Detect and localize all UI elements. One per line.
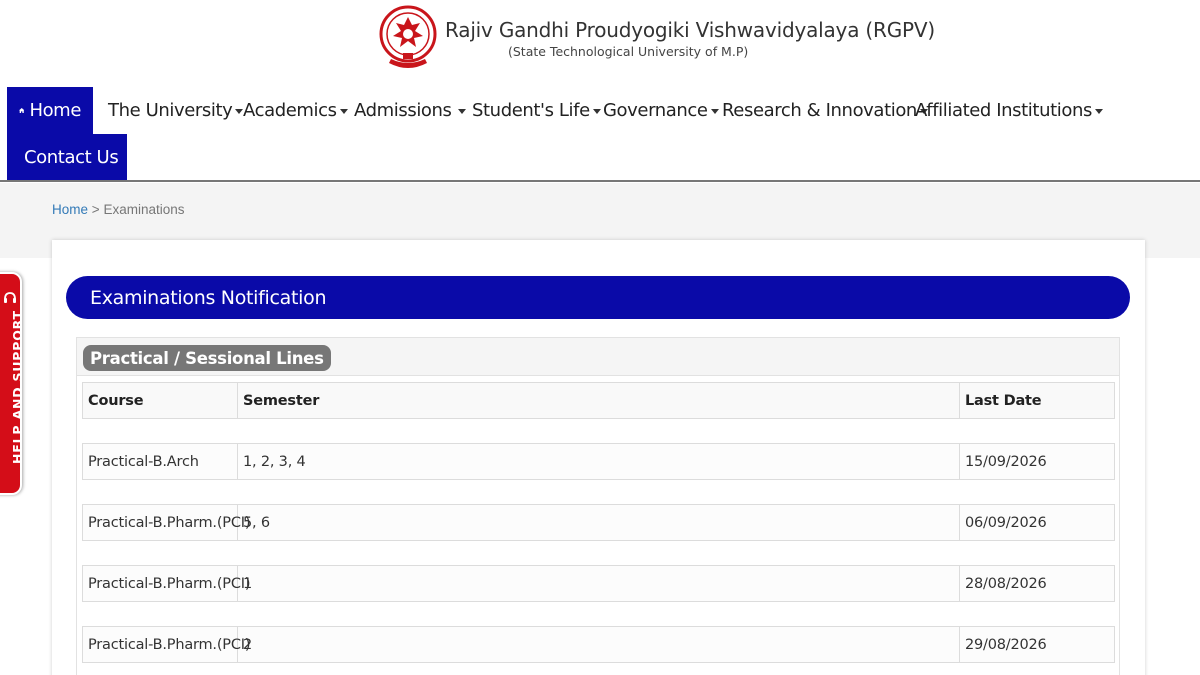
nav-item-academics[interactable]: Academics xyxy=(243,87,348,134)
table-row[interactable]: Practical-B.Arch 1, 2, 3, 4 15/09/2026 xyxy=(82,443,1115,480)
chevron-down-icon xyxy=(592,109,601,114)
nav-label-affiliated-institutions: Affiliated Institutions xyxy=(915,100,1092,121)
university-name: Rajiv Gandhi Proudyogiki Vishwavidyalaya… xyxy=(445,18,935,42)
breadcrumb: Home > Examinations xyxy=(52,202,184,217)
table-row[interactable]: Practical-B.Pharm.(PCI) 5, 6 06/09/2026 xyxy=(82,504,1115,541)
cell-semester: 2 xyxy=(238,627,960,662)
cell-course: Practical-B.Pharm.(PCI) xyxy=(83,505,251,540)
university-subtitle: (State Technological University of M.P) xyxy=(508,44,749,59)
site-header: Rajiv Gandhi Proudyogiki Vishwavidyalaya… xyxy=(0,0,1200,84)
nav-item-admissions[interactable]: Admissions xyxy=(354,87,466,134)
help-and-support-tab[interactable]: HELP AND SUPPORT xyxy=(0,272,25,495)
breadcrumb-separator: > xyxy=(91,202,100,217)
chevron-down-icon xyxy=(339,109,348,114)
cell-semester: 1 xyxy=(238,566,960,601)
table-header-row: Course Semester Last Date xyxy=(82,382,1115,419)
panel-heading: Practical / Sessional Lines xyxy=(77,338,1119,376)
home-icon xyxy=(19,107,25,114)
table-row[interactable]: Practical-B.Pharm.(PCI) 2 29/08/2026 xyxy=(82,626,1115,663)
table-row[interactable]: Practical-B.Pharm.(PCI) 1 28/08/2026 xyxy=(82,565,1115,602)
nav-label-contact-us: Contact Us xyxy=(24,146,119,168)
breadcrumb-home-link[interactable]: Home xyxy=(52,202,88,217)
panel-title-badge: Practical / Sessional Lines xyxy=(83,345,331,371)
section-title-bar: Examinations Notification xyxy=(66,276,1130,319)
rgpv-emblem-icon[interactable] xyxy=(379,3,437,77)
section-title: Examinations Notification xyxy=(90,286,327,309)
column-header-course: Course xyxy=(83,383,238,418)
help-and-support-label: HELP AND SUPPORT xyxy=(10,310,25,464)
main-navigation: Home The University Academics Admissions… xyxy=(0,86,1200,182)
nav-item-home[interactable]: Home xyxy=(7,87,93,134)
cell-course: Practical-B.Pharm.(PCI) xyxy=(83,566,251,601)
nav-item-students-life[interactable]: Student's Life xyxy=(472,87,601,134)
nav-item-contact-us[interactable]: Contact Us xyxy=(7,134,127,180)
cell-last-date: 15/09/2026 xyxy=(965,453,1047,470)
column-header-last-date: Last Date xyxy=(965,392,1042,409)
nav-item-research-innovation[interactable]: Research & Innovation xyxy=(722,87,928,134)
cell-last-date: 28/08/2026 xyxy=(965,575,1047,592)
cell-semester: 5, 6 xyxy=(238,505,960,540)
nav-label-research-innovation: Research & Innovation xyxy=(722,100,917,121)
nav-item-the-university[interactable]: The University xyxy=(108,87,244,134)
nav-label-the-university: The University xyxy=(108,100,233,121)
chevron-down-icon xyxy=(1094,109,1103,114)
nav-label-admissions: Admissions xyxy=(354,100,452,121)
column-header-semester: Semester xyxy=(238,383,960,418)
nav-item-governance[interactable]: Governance xyxy=(603,87,719,134)
nav-item-affiliated-institutions[interactable]: Affiliated Institutions xyxy=(915,87,1103,134)
cell-last-date: 29/08/2026 xyxy=(965,636,1047,653)
cell-course: Practical-B.Arch xyxy=(83,444,238,479)
headset-icon xyxy=(4,292,16,303)
cell-course: Practical-B.Pharm.(PCI) xyxy=(83,627,251,662)
nav-label-students-life: Student's Life xyxy=(472,100,590,121)
nav-label-home: Home xyxy=(29,100,81,121)
chevron-down-icon xyxy=(710,109,719,114)
nav-label-governance: Governance xyxy=(603,100,708,121)
cell-semester: 1, 2, 3, 4 xyxy=(238,444,960,479)
nav-label-academics: Academics xyxy=(243,100,337,121)
chevron-down-icon xyxy=(457,109,466,114)
breadcrumb-current: Examinations xyxy=(103,202,185,217)
cell-last-date: 06/09/2026 xyxy=(965,514,1047,531)
